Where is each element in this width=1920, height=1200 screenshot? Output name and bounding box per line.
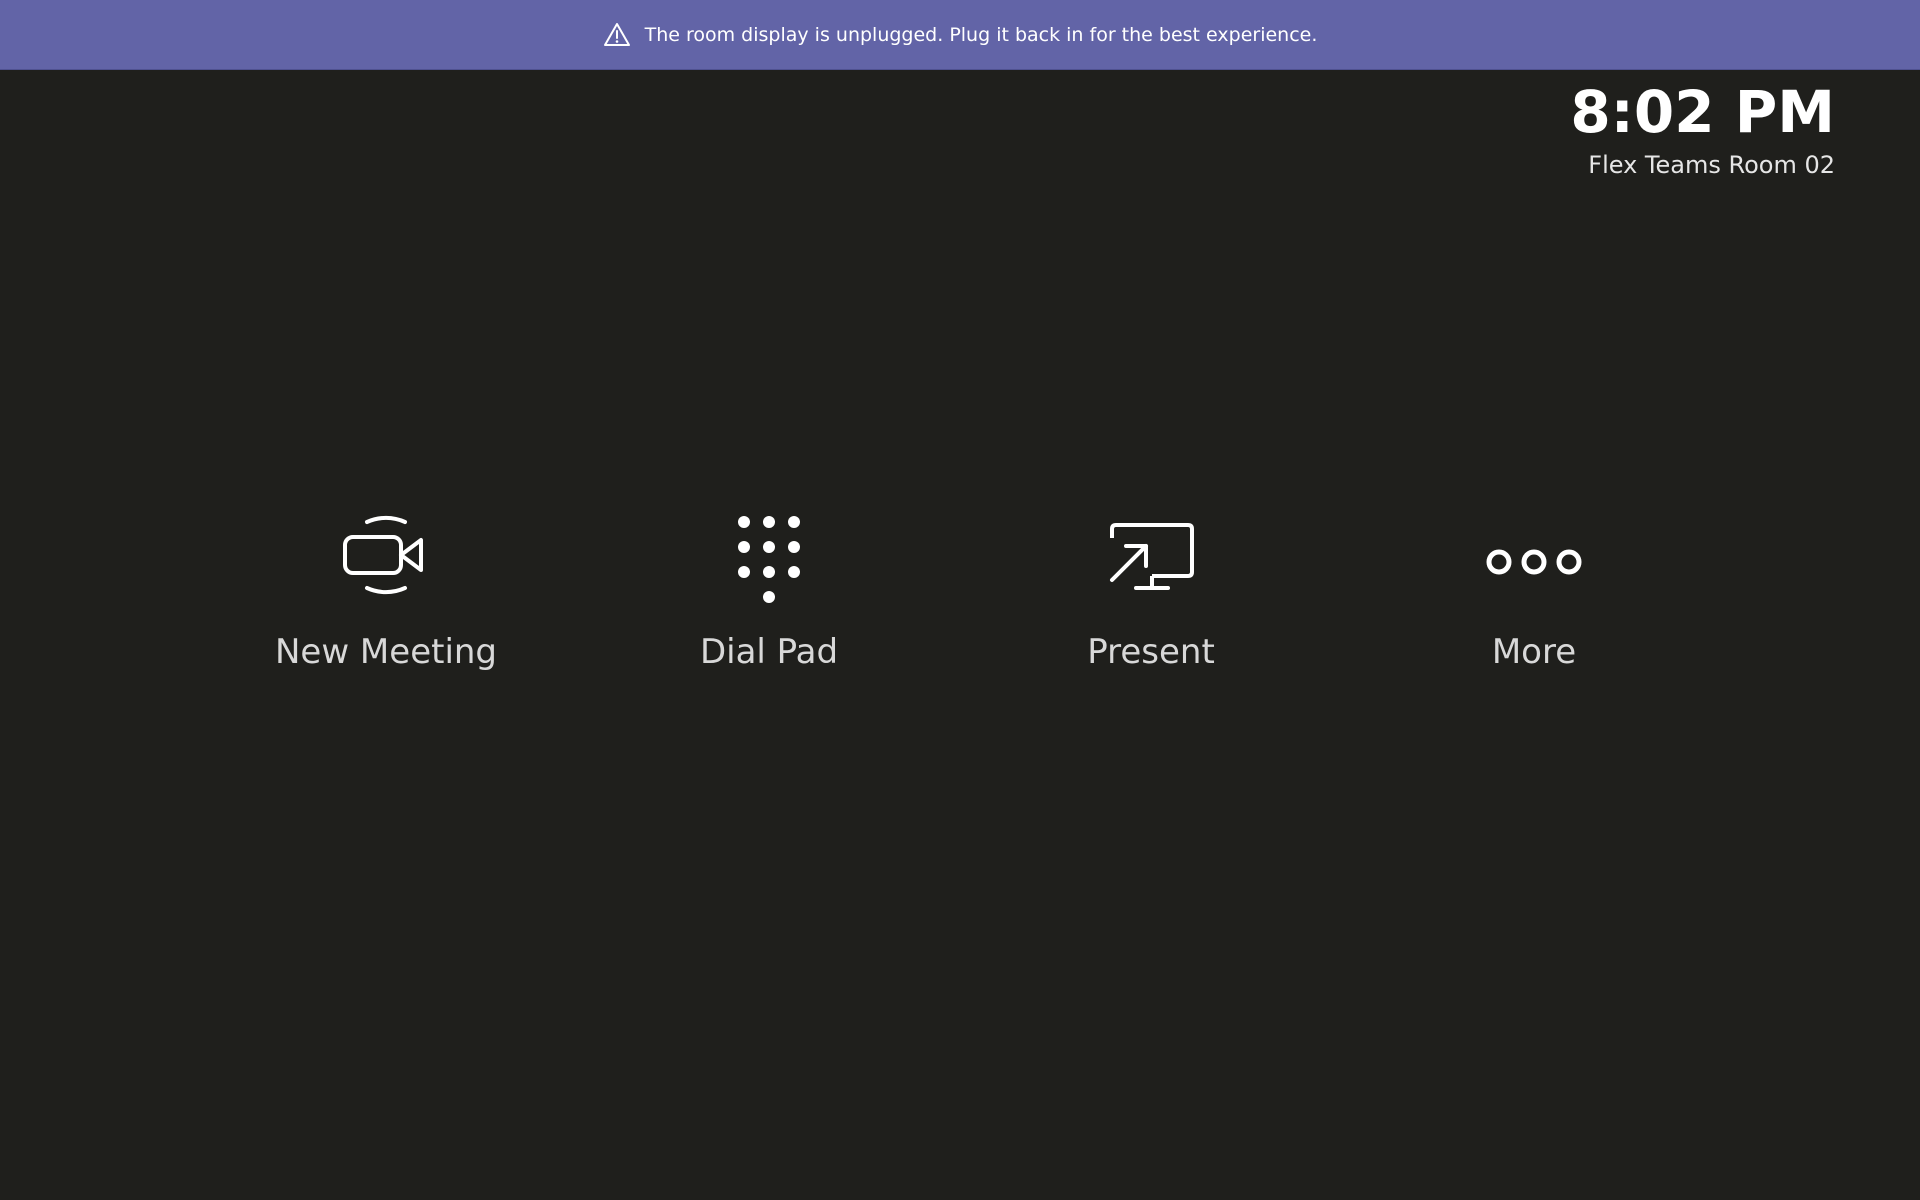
dial-pad-label: Dial Pad [699,632,839,672]
video-camera-icon [331,500,441,610]
banner-message: The room display is unplugged. Plug it b… [644,23,1318,46]
more-button[interactable]: More [1384,500,1684,690]
more-icon [1479,500,1589,610]
warning-icon [603,21,631,49]
dial-pad-button[interactable]: Dial Pad [619,500,919,690]
present-screen-icon [1096,500,1206,610]
present-label: Present [1087,632,1215,672]
present-button[interactable]: Present [1001,500,1301,690]
unplugged-display-banner: The room display is unplugged. Plug it b… [0,0,1920,70]
home-actions: New Meeting Dial Pad Present More [0,500,1920,700]
more-label: More [1491,632,1577,672]
current-time: 8:02 PM [1570,78,1835,146]
dial-pad-icon [714,500,824,610]
clock-panel: 8:02 PM Flex Teams Room 02 [1570,78,1835,180]
new-meeting-label: New Meeting [274,632,498,672]
new-meeting-button[interactable]: New Meeting [236,500,536,690]
banner-content: The room display is unplugged. Plug it b… [603,21,1318,49]
room-name: Flex Teams Room 02 [1588,151,1835,179]
